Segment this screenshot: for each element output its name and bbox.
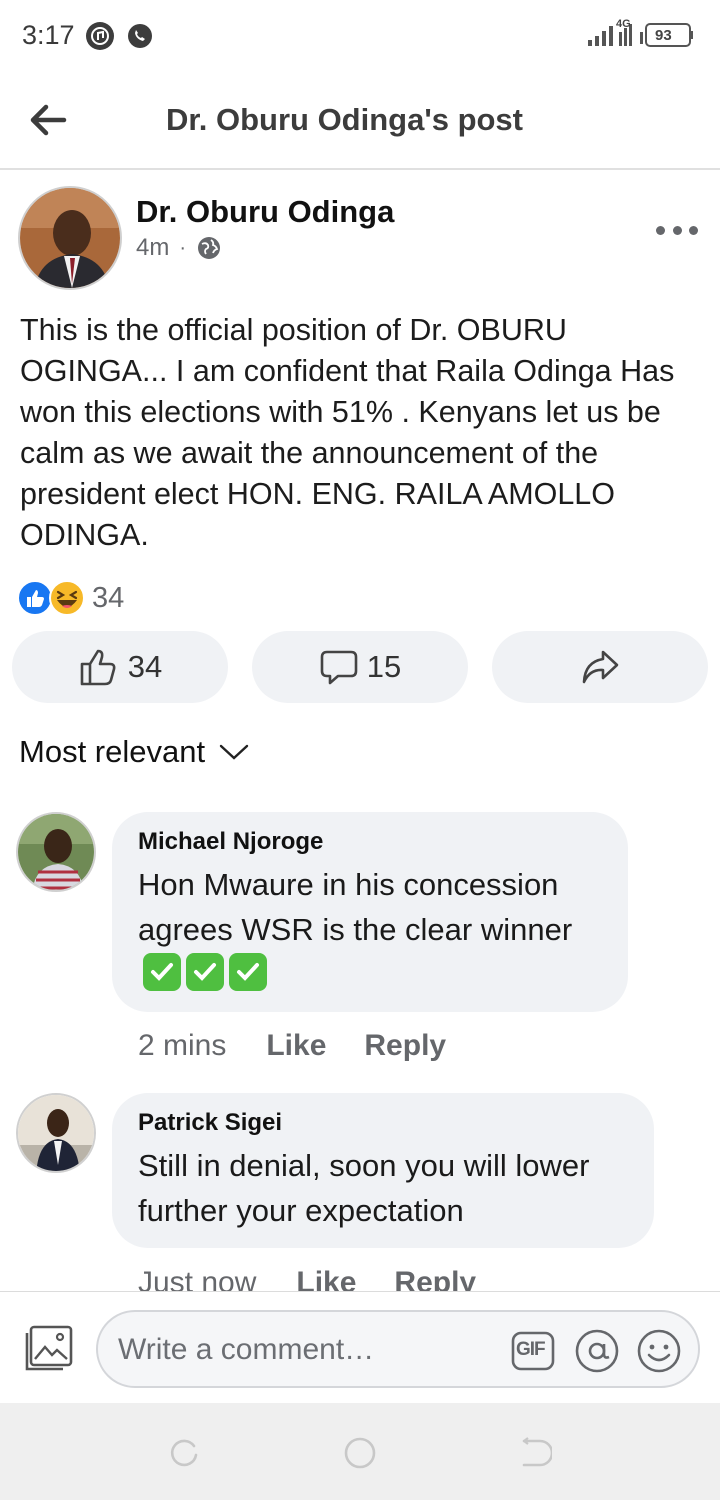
comment-icon	[320, 650, 358, 685]
comment-count: 15	[366, 649, 402, 684]
author-avatar[interactable]	[18, 186, 122, 290]
meta-separator: ·	[179, 236, 187, 259]
system-navigation-bar	[0, 1403, 720, 1500]
share-icon	[582, 650, 619, 684]
smiley-icon	[637, 1329, 681, 1373]
dot-icon	[656, 225, 665, 235]
comment-time: 2 mins	[138, 1029, 227, 1062]
post-author-name[interactable]: Dr. Oburu Odinga	[136, 194, 394, 230]
recent-apps-button[interactable]	[168, 1437, 200, 1469]
comment-meta: 2 mins Like Reply	[138, 1029, 484, 1063]
commenter-avatar[interactable]	[16, 1093, 96, 1173]
battery-label: 93	[655, 27, 672, 44]
thumbs-up-icon	[80, 649, 116, 686]
comment-sort-dropdown[interactable]: Most relevant	[19, 734, 251, 770]
comment-composer: GIF	[0, 1291, 720, 1403]
post-meta: 4m ·	[136, 234, 222, 262]
share-button[interactable]	[492, 631, 708, 703]
arrow-left-icon	[30, 104, 67, 136]
commenter-avatar[interactable]	[16, 812, 96, 892]
network-label: 4G	[616, 18, 631, 30]
gif-label: GIF	[516, 1339, 546, 1360]
signal-icon	[588, 23, 693, 47]
chevron-down-icon	[219, 744, 249, 760]
home-circle-icon	[344, 1437, 376, 1469]
home-button[interactable]	[344, 1437, 376, 1469]
globe-icon	[198, 237, 221, 259]
gif-button[interactable]: GIF	[510, 1328, 556, 1374]
status-time: 3:17	[22, 20, 75, 50]
like-button[interactable]: 34	[12, 631, 228, 703]
mention-button[interactable]	[574, 1328, 620, 1374]
page-title: Dr. Oburu Odinga's post	[166, 102, 523, 137]
commenter-name[interactable]: Patrick Sigei	[138, 1109, 628, 1137]
comment-text-body: Hon Mwaure in his concession agrees WSR …	[138, 867, 573, 947]
post-header: Dr. Oburu Odinga's post	[0, 72, 720, 170]
status-bar: 3:17 4G 93	[0, 0, 720, 72]
haha-reaction-icon	[49, 580, 85, 616]
comment-button[interactable]: 15	[252, 631, 468, 703]
post-text: This is the official position of Dr. OBU…	[20, 313, 675, 552]
photo-icon	[25, 1325, 73, 1371]
like-count: 34	[127, 649, 163, 684]
post-options-button[interactable]	[656, 218, 698, 242]
commenter-name[interactable]: Michael Njoroge	[138, 828, 602, 856]
comment-bubble[interactable]: Michael Njoroge Hon Mwaure in his conces…	[112, 812, 628, 1012]
comment-like-button[interactable]: Like	[266, 1029, 326, 1063]
reaction-summary[interactable]: 34	[16, 578, 124, 618]
recent-apps-icon	[170, 1439, 198, 1467]
dot-icon	[672, 225, 682, 235]
comment-bubble[interactable]: Patrick Sigei Still in denial, soon you …	[112, 1093, 654, 1248]
comment-input-box[interactable]: GIF	[96, 1310, 700, 1388]
emoji-button[interactable]	[636, 1328, 682, 1374]
comment-sort-label: Most relevant	[19, 734, 206, 769]
comment-reply-button[interactable]: Reply	[364, 1029, 446, 1063]
back-nav-button[interactable]	[520, 1437, 554, 1469]
reaction-count: 34	[92, 581, 125, 614]
status-right: 4G 93	[586, 18, 696, 52]
back-button[interactable]	[26, 100, 70, 140]
at-sign-icon	[575, 1329, 619, 1373]
check-mark-button-icon	[186, 953, 224, 991]
check-mark-button-icon	[143, 953, 181, 991]
music-notification-icon	[86, 22, 114, 50]
back-nav-icon	[522, 1437, 554, 1467]
comment-text: Hon Mwaure in his concession agrees WSR …	[138, 862, 602, 997]
photo-button[interactable]	[22, 1324, 74, 1374]
comment-input[interactable]	[118, 1328, 498, 1372]
whatsapp-notification-icon	[126, 22, 154, 50]
comment-text: Still in denial, soon you will lower fur…	[138, 1148, 590, 1228]
dot-icon	[689, 225, 698, 235]
post-time[interactable]: 4m	[136, 234, 169, 262]
check-mark-button-icon	[229, 953, 267, 991]
